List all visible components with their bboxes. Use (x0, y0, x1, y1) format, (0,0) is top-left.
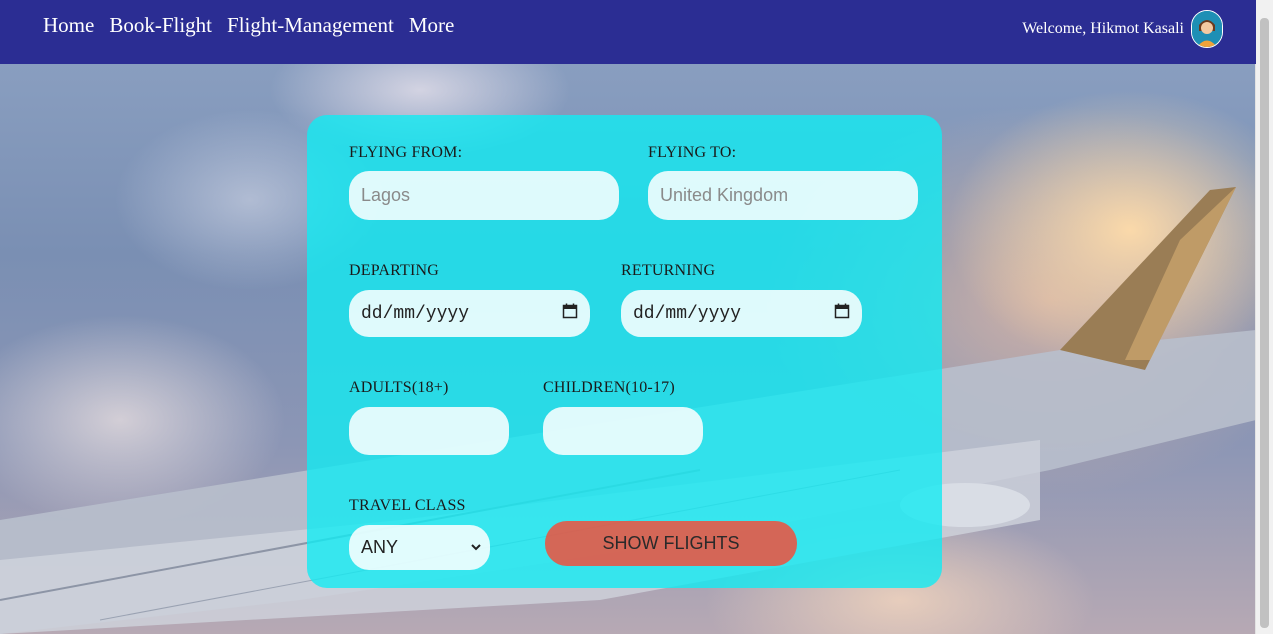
adults-label: ADULTS(18+) (349, 379, 449, 396)
departing-date-input[interactable]: dd/mm/yyyy (349, 290, 590, 337)
travel-class-label: TRAVEL CLASS (349, 497, 466, 514)
flying-to-input[interactable] (648, 171, 918, 220)
departing-label: DEPARTING (349, 262, 440, 279)
nav-home-link[interactable]: Home (43, 13, 94, 38)
flying-to-label: FLYING TO: (648, 144, 737, 161)
departing-date-value: dd/mm/yyyy (361, 303, 470, 324)
calendar-icon[interactable] (562, 303, 578, 325)
welcome-text: Welcome, Hikmot Kasali (1022, 20, 1184, 37)
calendar-icon[interactable] (834, 303, 850, 325)
flying-from-label: FLYING FROM: (349, 144, 463, 161)
top-navbar: Home Book-Flight Flight-Management More … (0, 0, 1256, 64)
nav-more-link[interactable]: More (409, 13, 455, 38)
nav-book-flight-link[interactable]: Book-Flight (109, 13, 212, 38)
chevron-down-icon (470, 537, 482, 558)
children-label: CHILDREN(10-17) (543, 379, 675, 396)
travel-class-select[interactable]: ANY (349, 525, 490, 570)
travel-class-value: ANY (361, 537, 399, 557)
returning-date-value: dd/mm/yyyy (633, 303, 742, 324)
scrollbar-thumb[interactable] (1260, 18, 1269, 628)
show-flights-button[interactable]: SHOW FLIGHTS (545, 521, 797, 566)
nav-flight-management-link[interactable]: Flight-Management (227, 13, 394, 38)
nav-links: Home Book-Flight Flight-Management More (43, 13, 469, 38)
page-scrollbar[interactable] (1255, 0, 1273, 634)
flying-from-input[interactable] (349, 171, 619, 220)
children-input[interactable] (543, 407, 703, 455)
adults-input[interactable] (349, 407, 509, 455)
user-avatar[interactable] (1191, 10, 1223, 48)
returning-date-input[interactable]: dd/mm/yyyy (621, 290, 862, 337)
returning-label: RETURNING (621, 262, 716, 279)
